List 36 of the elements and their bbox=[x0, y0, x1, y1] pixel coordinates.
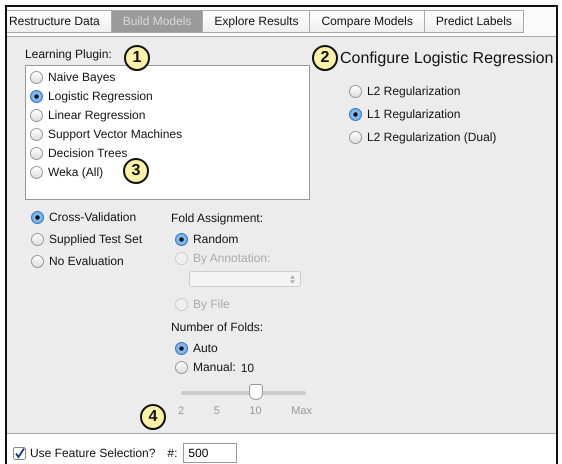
radio-button[interactable]: Naive Bayes bbox=[30, 69, 116, 85]
radio-button[interactable]: Linear Regression bbox=[30, 107, 146, 123]
slider-thumb[interactable] bbox=[249, 384, 263, 400]
section-title: Configure Logistic Regression bbox=[340, 49, 554, 69]
tick-label: 2 bbox=[178, 404, 184, 419]
callout-badge: 4 bbox=[140, 404, 166, 430]
field-label: #: bbox=[167, 445, 178, 462]
tick-label: 5 bbox=[214, 404, 220, 419]
tab[interactable]: Predict Labels bbox=[424, 10, 524, 33]
radio-button[interactable]: Weka (All) bbox=[30, 164, 104, 180]
radio-button[interactable]: No Evaluation bbox=[31, 253, 124, 269]
number-input[interactable]: 500 bbox=[183, 443, 238, 463]
stepper-icon bbox=[290, 274, 295, 284]
radio-button[interactable]: Decision Trees bbox=[30, 145, 128, 161]
radio-button[interactable]: Cross-Validation bbox=[31, 209, 136, 225]
checkbox[interactable]: Use Feature Selection? bbox=[13, 444, 156, 462]
field-label: Number of Folds: bbox=[171, 319, 264, 336]
field-value: 10 bbox=[240, 360, 254, 377]
callout-badge: 1 bbox=[124, 45, 150, 71]
radio-button[interactable]: L2 Regularization bbox=[349, 83, 460, 99]
field-label: Fold Assignment: bbox=[171, 210, 264, 227]
tick-label: 10 bbox=[249, 404, 262, 419]
radio-button[interactable]: Supplied Test Set bbox=[31, 231, 142, 247]
radio-button[interactable]: L1 Regularization bbox=[349, 106, 460, 122]
tab[interactable]: Restructure Data bbox=[7, 10, 112, 33]
radio-button[interactable]: Random bbox=[175, 231, 238, 247]
radio-button[interactable]: Auto bbox=[175, 340, 218, 356]
tick-label: Max bbox=[291, 404, 312, 419]
field-label: Learning Plugin: bbox=[25, 46, 112, 63]
radio-button[interactable]: Support Vector Machines bbox=[30, 126, 182, 142]
tab[interactable]: Compare Models bbox=[310, 10, 425, 33]
radio-button[interactable]: Manual: bbox=[175, 359, 236, 375]
radio-button[interactable]: L2 Regularization (Dual) bbox=[349, 129, 496, 145]
callout-badge: 2 bbox=[312, 45, 338, 71]
tab[interactable]: Explore Results bbox=[203, 10, 310, 33]
radio-button[interactable]: Logistic Regression bbox=[30, 88, 153, 104]
